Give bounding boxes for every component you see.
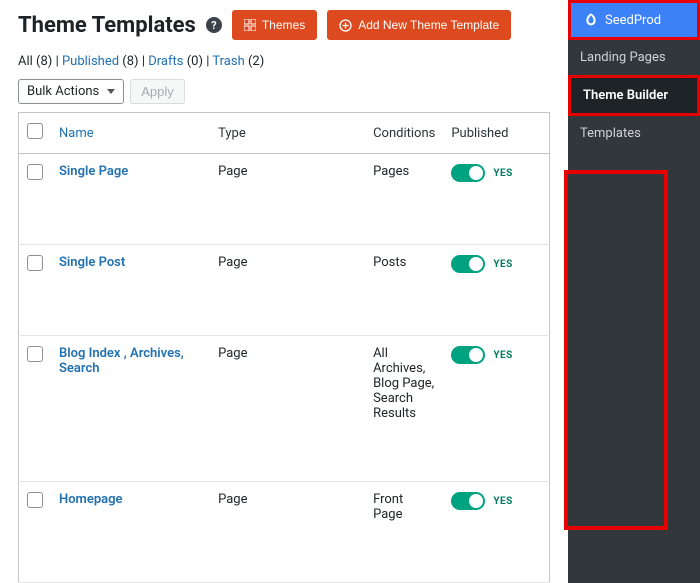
col-published: Published	[443, 113, 549, 154]
template-name-link[interactable]: Single Post	[59, 255, 125, 270]
template-name-link[interactable]: Single Page	[59, 164, 128, 179]
select-all-checkbox[interactable]	[27, 123, 43, 139]
template-type: Page	[210, 482, 365, 583]
filter-all-label[interactable]: All	[18, 54, 33, 69]
sidebar: SeedProd Landing Pages Theme Builder Tem…	[568, 0, 700, 583]
template-type: Page	[210, 336, 365, 482]
col-conditions: Conditions	[365, 113, 443, 154]
row-checkbox[interactable]	[27, 164, 43, 180]
add-template-button-label: Add New Theme Template	[358, 18, 499, 32]
filter-links: All (8) | Published (8) | Drafts (0) | T…	[18, 54, 550, 69]
template-conditions: Posts	[365, 245, 443, 336]
page-title: Theme Templates	[18, 13, 196, 38]
table-row: Blog Index , Archives, Search PageAll Arc…	[19, 336, 550, 482]
help-icon[interactable]: ?	[206, 17, 222, 33]
published-toggle-label: YES	[493, 350, 512, 361]
row-checkbox[interactable]	[27, 346, 43, 362]
bulk-actions-label: Bulk Actions	[27, 84, 99, 99]
published-toggle[interactable]	[451, 346, 485, 364]
sidebar-item-landing-pages[interactable]: Landing Pages	[568, 40, 700, 75]
published-toggle-label: YES	[493, 168, 512, 179]
templates-table: Name Type Conditions Published Single Pa…	[18, 112, 550, 583]
published-toggle[interactable]	[451, 255, 485, 273]
col-name[interactable]: Name	[51, 113, 210, 154]
themes-button[interactable]: Themes	[232, 10, 317, 40]
sidebar-item-templates[interactable]: Templates	[568, 116, 700, 151]
add-template-button[interactable]: Add New Theme Template	[327, 10, 511, 40]
published-toggle-label: YES	[493, 259, 512, 270]
table-row: Single Post PagePosts YES	[19, 245, 550, 336]
filter-all-count: (8)	[36, 54, 52, 69]
plus-circle-icon	[339, 19, 352, 32]
published-toggle[interactable]	[451, 164, 485, 182]
template-type: Page	[210, 245, 365, 336]
sidebar-brand-label: SeedProd	[605, 13, 661, 28]
col-type: Type	[210, 113, 365, 154]
template-name-link[interactable]: Homepage	[59, 492, 123, 507]
filter-drafts-count: (0)	[187, 54, 203, 69]
published-toggle-label: YES	[493, 496, 512, 507]
bulk-actions-select[interactable]: Bulk Actions	[18, 79, 124, 104]
row-checkbox[interactable]	[27, 492, 43, 508]
template-type: Page	[210, 154, 365, 245]
table-row: Single Page PagePages YES	[19, 154, 550, 245]
filter-trash[interactable]: Trash	[212, 54, 244, 69]
filter-published-count: (8)	[122, 54, 138, 69]
template-conditions: Front Page	[365, 482, 443, 583]
seedprod-logo-icon	[583, 12, 599, 28]
template-conditions: All Archives, Blog Page, Search Results	[365, 336, 443, 482]
grid-icon	[244, 19, 256, 31]
filter-trash-count: (2)	[248, 54, 264, 69]
template-conditions: Pages	[365, 154, 443, 245]
apply-button[interactable]: Apply	[130, 79, 185, 104]
published-toggle[interactable]	[451, 492, 485, 510]
themes-button-label: Themes	[262, 18, 305, 32]
filter-published[interactable]: Published	[62, 54, 119, 69]
row-checkbox[interactable]	[27, 255, 43, 271]
table-row: Homepage PageFront Page YES	[19, 482, 550, 583]
filter-drafts[interactable]: Drafts	[148, 54, 183, 69]
sidebar-brand[interactable]: SeedProd	[571, 3, 697, 37]
template-name-link[interactable]: Blog Index , Archives, Search	[59, 346, 184, 376]
sidebar-item-theme-builder[interactable]: Theme Builder	[571, 78, 697, 113]
